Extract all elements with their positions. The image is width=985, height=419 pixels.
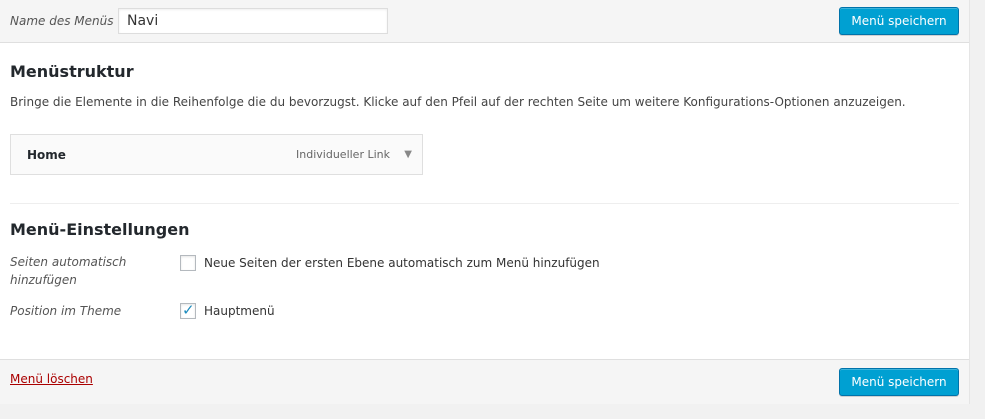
menu-name-input[interactable]: Navi: [118, 8, 388, 34]
menu-item-home[interactable]: Home Individueller Link ▼: [10, 134, 423, 175]
primary-menu-checkbox[interactable]: ✓: [180, 301, 196, 319]
delete-menu-link[interactable]: Menü löschen: [10, 372, 93, 386]
checkmark-icon: ✓: [182, 301, 195, 319]
menu-name-label: Name des Menüs: [10, 14, 114, 28]
menu-settings-title: Menü-Einstellungen: [10, 220, 190, 239]
auto-add-pages-option[interactable]: Neue Seiten der ersten Ebene automatisch…: [204, 256, 600, 270]
menu-item-type: Individueller Link: [296, 148, 390, 161]
auto-add-pages-label: Seiten automatisch hinzufügen: [10, 255, 127, 287]
menu-structure-description: Bringe die Elemente in die Reihenfolge d…: [10, 95, 906, 109]
menu-structure-title: Menüstruktur: [10, 62, 134, 81]
primary-menu-option[interactable]: Hauptmenü: [204, 304, 275, 318]
menu-edit-panel: Name des Menüs Navi Menü speichern Menüs…: [0, 0, 970, 404]
save-menu-button-bottom[interactable]: Menü speichern: [839, 368, 959, 396]
theme-position-label: Position im Theme: [10, 304, 122, 318]
menu-footer-bar: [0, 359, 969, 404]
save-menu-button-top[interactable]: Menü speichern: [839, 7, 959, 35]
menu-header-bar: Name des Menüs Navi Menü speichern: [0, 0, 969, 43]
triangle-down-icon[interactable]: ▼: [404, 148, 412, 162]
section-divider: [10, 203, 959, 204]
auto-add-pages-checkbox[interactable]: [180, 255, 196, 271]
menu-item-title: Home: [27, 148, 66, 162]
